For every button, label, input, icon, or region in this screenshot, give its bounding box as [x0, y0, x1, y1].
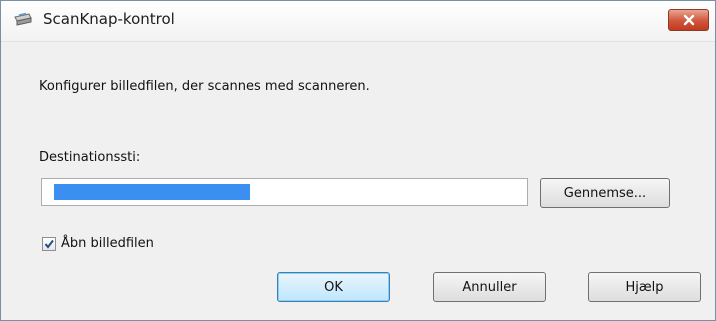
destination-path-input[interactable]: [41, 178, 528, 206]
selected-path-text: [54, 184, 250, 200]
scanner-icon: [13, 11, 33, 29]
help-button[interactable]: Hjælp: [588, 272, 701, 302]
ok-button[interactable]: OK: [277, 272, 390, 302]
browse-button[interactable]: Gennemse...: [540, 178, 670, 208]
title-bar[interactable]: ScanKnap-kontrol: [1, 1, 715, 42]
checkmark-icon: [44, 239, 54, 249]
destination-label: Destinationssti:: [39, 150, 141, 165]
dialog-content: Konfigurer billedfilen, der scannes med …: [1, 42, 715, 320]
open-file-label[interactable]: Åbn billedfilen: [61, 236, 154, 251]
close-icon: [683, 14, 695, 26]
window-title: ScanKnap-kontrol: [43, 10, 175, 28]
description-text: Konfigurer billedfilen, der scannes med …: [39, 79, 370, 94]
open-file-checkbox[interactable]: [42, 237, 56, 251]
cancel-button[interactable]: Annuller: [433, 272, 546, 302]
dialog-window: ScanKnap-kontrol Konfigurer billedfilen,…: [0, 0, 716, 321]
close-button[interactable]: [668, 9, 709, 31]
